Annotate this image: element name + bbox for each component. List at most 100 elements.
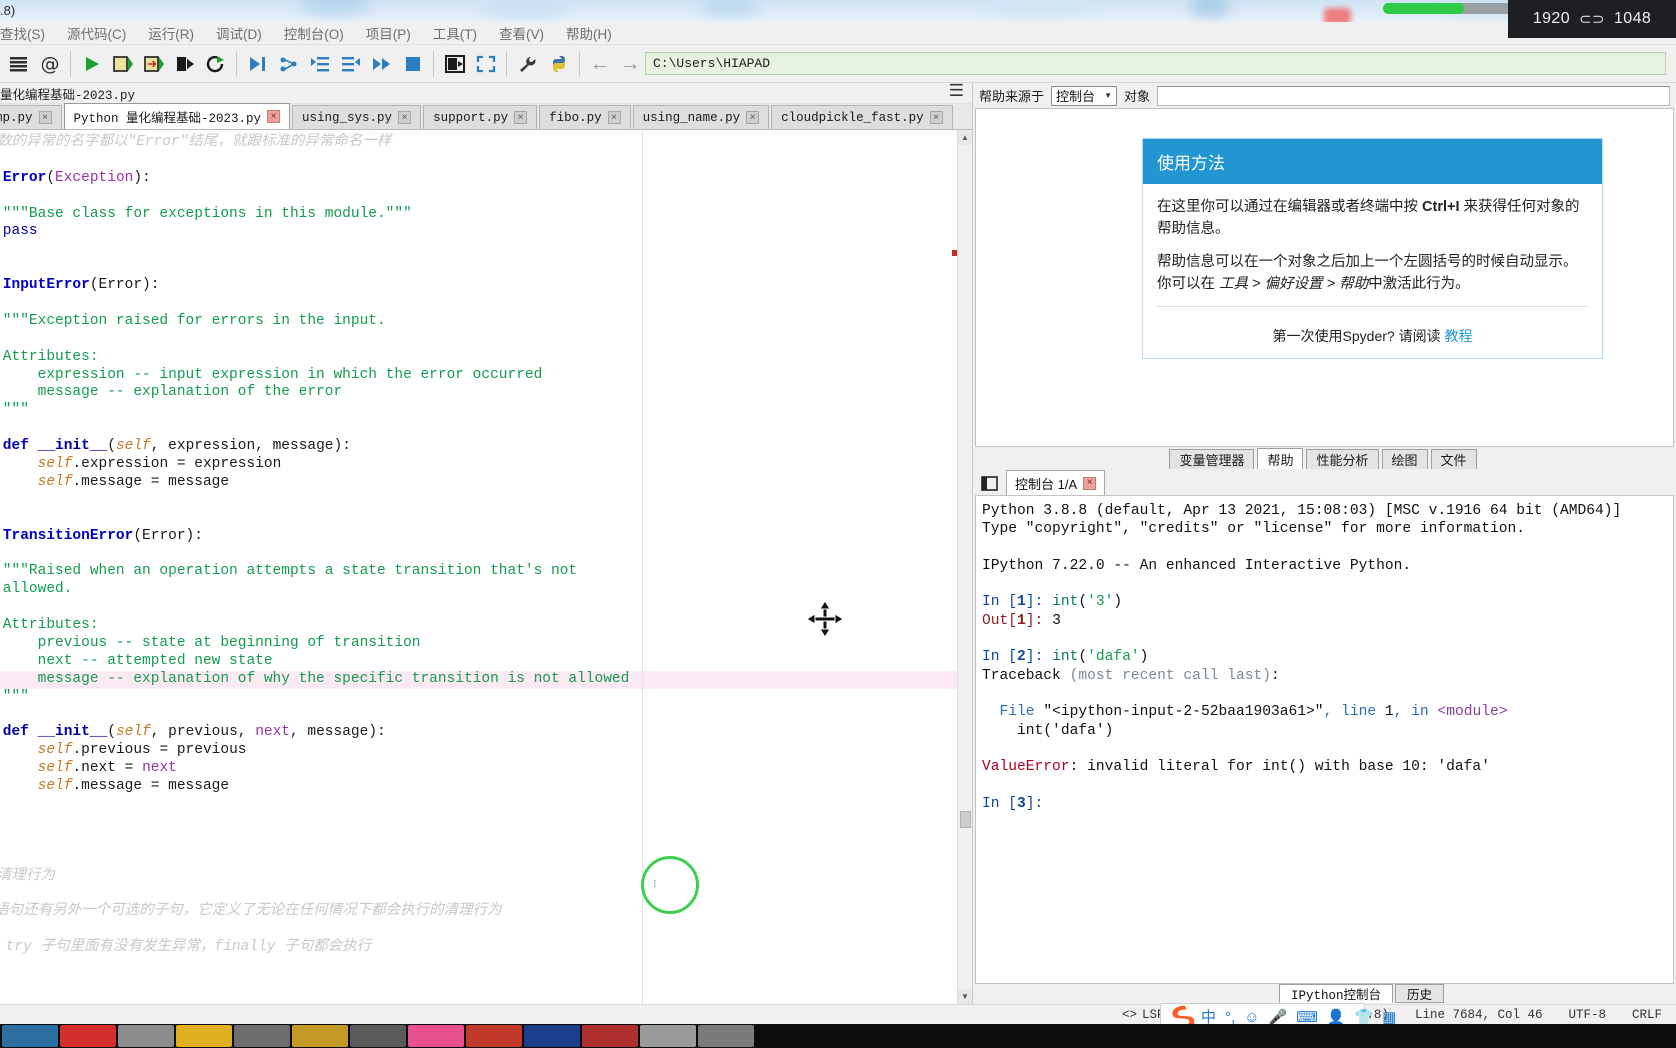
python-path-icon[interactable] [543, 47, 574, 81]
taskbar-item[interactable] [640, 1025, 696, 1047]
taskbar-item[interactable] [176, 1025, 232, 1047]
code-line: int('dafa') [982, 722, 1673, 740]
forward-arrow-icon[interactable]: → [615, 47, 645, 81]
code-token: Attributes: [2, 617, 99, 634]
tab-history[interactable]: 历史 [1394, 984, 1444, 1003]
fullscreen-icon[interactable] [470, 47, 501, 81]
back-arrow-icon[interactable]: ← [585, 47, 615, 81]
tab-help[interactable]: 帮助 [1257, 448, 1304, 469]
console-output[interactable]: Python 3.8.8 (default, Apr 13 2021, 15:0… [975, 495, 1674, 984]
file-list-icon[interactable] [3, 47, 34, 81]
taskbar-item[interactable] [524, 1025, 580, 1047]
help-source-select[interactable]: 控制台 ▼ [1051, 85, 1118, 106]
taskbar-item[interactable] [466, 1025, 522, 1047]
ime-user-icon[interactable]: 👤 [1327, 1010, 1346, 1025]
editor-tab-using-sys[interactable]: using_sys.py × [292, 105, 422, 129]
working-directory-input[interactable]: C:\Users\HIAPAD [645, 52, 1666, 75]
step-into-icon[interactable] [304, 47, 335, 81]
menu-item-view[interactable]: 查看(V) [488, 21, 555, 45]
scroll-down-icon[interactable]: ▼ [958, 989, 972, 1004]
menu-item-run[interactable]: 运行(R) [137, 21, 205, 45]
editor-vertical-scrollbar[interactable]: ▲ ▼ [957, 130, 972, 1004]
at-icon[interactable]: @ [34, 47, 65, 81]
editor-tab-temp[interactable]: temp.py × [0, 105, 62, 129]
code-token: next [142, 760, 177, 777]
code-line: In [3]: [982, 795, 1673, 813]
code-token: .message = message [72, 778, 230, 795]
ime-punctuation-icon[interactable]: °, [1225, 1010, 1235, 1025]
menu-item-source[interactable]: 源代码(C) [56, 21, 137, 45]
taskbar-item[interactable] [582, 1025, 638, 1047]
ime-chinese-mode-icon[interactable]: 中 [1201, 1010, 1216, 1025]
close-icon[interactable]: × [929, 111, 943, 124]
taskbar-item[interactable] [118, 1025, 174, 1047]
code-line: ass InputError(Error): [0, 277, 957, 295]
ime-emoji-icon[interactable]: ☺ [1244, 1010, 1259, 1025]
menu-item-project[interactable]: 项目(P) [355, 21, 422, 45]
rerun-icon[interactable] [200, 47, 231, 81]
tab-plots[interactable]: 绘图 [1381, 449, 1428, 469]
help-tutorial-link[interactable]: 教程 [1444, 328, 1472, 344]
code-token: (Error): [89, 277, 160, 294]
close-icon[interactable]: × [267, 110, 281, 123]
close-icon[interactable]: × [607, 111, 621, 124]
editor-options-icon[interactable]: ☰ [949, 84, 964, 102]
console-browse-tabs-icon[interactable] [978, 471, 1000, 495]
taskbar-item[interactable] [408, 1025, 464, 1047]
taskbar-item[interactable] [60, 1025, 116, 1047]
code-token: ]: [1025, 795, 1044, 812]
step-over-icon[interactable] [273, 47, 304, 81]
editor-tab-fibo[interactable]: fibo.py × [539, 105, 631, 129]
run-cell-icon[interactable] [107, 47, 138, 81]
step-return-icon[interactable] [335, 47, 366, 81]
lsp-icon: <> [1122, 1007, 1138, 1022]
menu-item-console[interactable]: 控制台(O) [273, 21, 355, 45]
editor-tab-support[interactable]: support.py × [423, 105, 538, 129]
tab-variable-explorer[interactable]: 变量管理器 [1169, 449, 1255, 469]
preferences-icon[interactable] [512, 47, 543, 81]
close-icon[interactable]: × [746, 111, 760, 124]
taskbar-item[interactable] [2, 1025, 58, 1047]
close-icon[interactable]: × [1083, 476, 1097, 490]
tab-profiler[interactable]: 性能分析 [1306, 449, 1379, 469]
ime-skin-icon[interactable]: 👕 [1355, 1010, 1374, 1025]
editor-tab-cloudpickle-fast[interactable]: cloudpickle_fast.py × [771, 105, 953, 129]
debug-icon[interactable] [242, 47, 273, 81]
editor-code-content[interactable]: 大多数的异常的名字都以"Error"结尾，就跟标准的异常命名一样 ass Err… [0, 130, 957, 1004]
close-icon[interactable]: × [398, 111, 412, 124]
run-file-icon[interactable] [76, 47, 107, 81]
close-icon[interactable]: × [38, 111, 52, 124]
continue-icon[interactable] [366, 47, 397, 81]
console-tab-1a[interactable]: 控制台 1/A × [1006, 470, 1106, 495]
taskbar-item[interactable] [292, 1025, 348, 1047]
stop-debug-icon[interactable] [397, 47, 428, 81]
run-cell-advance-icon[interactable] [138, 47, 169, 81]
tab-files[interactable]: 文件 [1430, 449, 1477, 469]
taskbar-item[interactable] [698, 1025, 754, 1047]
scroll-up-icon[interactable]: ▲ [958, 130, 972, 145]
menu-item-search[interactable]: 查找(S) [0, 21, 56, 45]
menu-item-debug[interactable]: 调试(D) [205, 21, 273, 45]
code-token: 2 [1017, 649, 1026, 666]
ime-softkeyboard-icon[interactable]: ⌨ [1296, 1010, 1318, 1025]
code-line: def __init__(self, previous, next, messa… [0, 724, 957, 742]
editor-tab-quant-basics[interactable]: Python 量化编程基础-2023.py × [63, 103, 291, 129]
ime-toolbox-icon[interactable]: ▦ [1382, 1010, 1396, 1025]
menu-item-help[interactable]: 帮助(H) [555, 21, 623, 45]
taskbar-item[interactable] [350, 1025, 406, 1047]
close-icon[interactable]: × [514, 111, 528, 124]
menu-item-tools[interactable]: 工具(T) [422, 21, 488, 45]
code-token: 3 [1052, 612, 1061, 629]
tab-ipython-console[interactable]: IPython控制台 [1278, 984, 1393, 1003]
help-object-input[interactable] [1157, 85, 1670, 106]
run-selection-icon[interactable] [169, 47, 200, 81]
maximize-pane-icon[interactable] [439, 47, 470, 81]
ime-voice-icon[interactable]: 🎤 [1269, 1010, 1288, 1025]
editor-tab-using-name[interactable]: using_name.py × [632, 105, 770, 129]
scrollbar-thumb[interactable] [960, 811, 971, 828]
code-token: ( [1078, 594, 1088, 611]
editor-text-area[interactable]: 大多数的异常的名字都以"Error"结尾，就跟标准的异常命名一样 ass Err… [0, 130, 972, 1004]
taskbar-item[interactable] [234, 1025, 290, 1047]
